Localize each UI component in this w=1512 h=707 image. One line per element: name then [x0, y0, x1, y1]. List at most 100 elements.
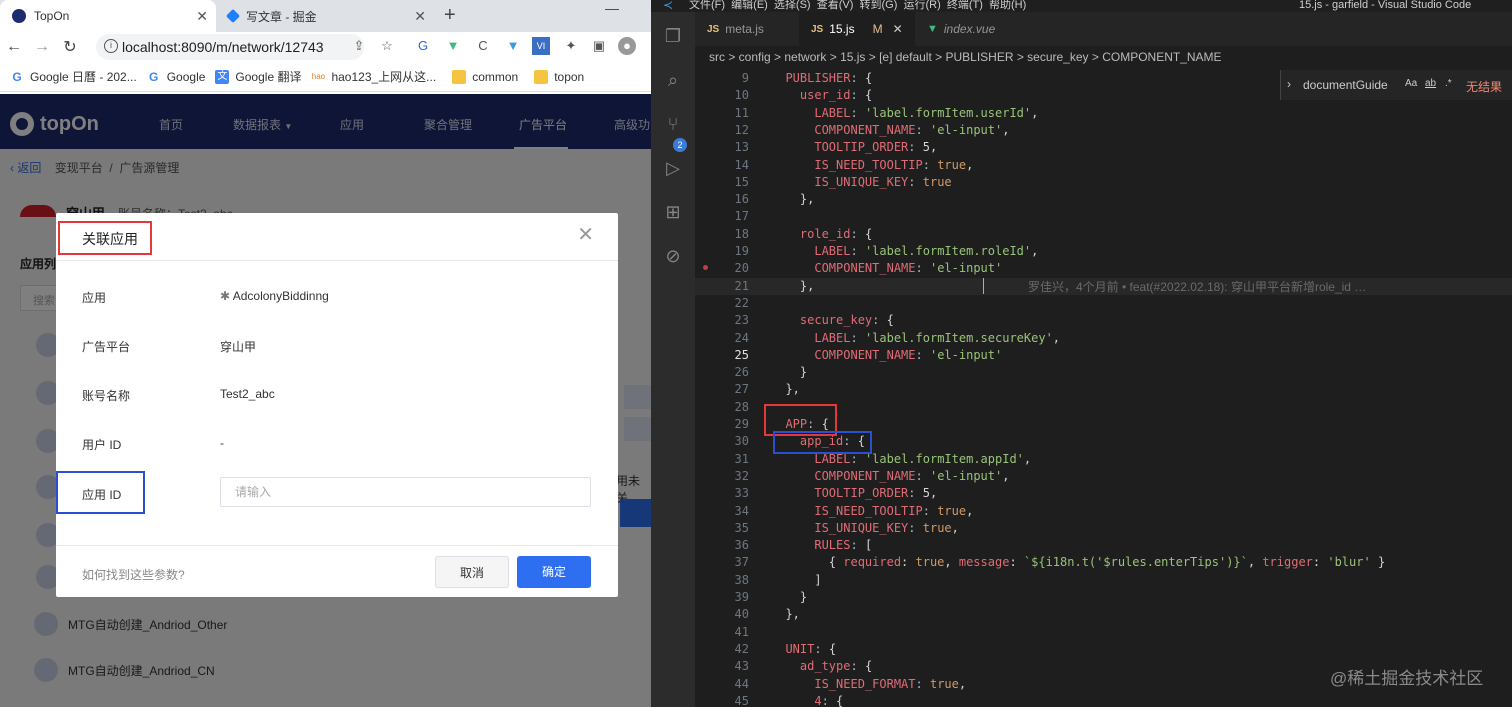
code-line: }: [771, 365, 808, 380]
tab-index-vue[interactable]: ▼ index.vue: [915, 12, 1025, 46]
line-number: 23: [734, 313, 749, 328]
sidepanel-icon[interactable]: ▣: [590, 37, 608, 55]
code-editor[interactable]: 9 PUBLISHER: {10 user_id: {11 LABEL: 'la…: [695, 70, 1512, 707]
bookmarks-bar: G Google 日曆 - 202... G Google 文 Google 翻译 h…: [0, 62, 651, 92]
code-line: LABEL: 'label.formItem.secureKey',: [814, 330, 1061, 345]
extensions-icon[interactable]: ⊞: [661, 200, 685, 224]
line-number: 28: [734, 399, 749, 414]
find-widget: › documentGuide Aa ab .* 无结果: [1280, 70, 1512, 100]
confirm-button[interactable]: 确定: [517, 556, 591, 588]
new-tab-icon[interactable]: +: [444, 4, 456, 27]
back-icon[interactable]: ←: [0, 38, 28, 56]
editor-tabs: JS meta.js JS 15.js M ✕ ▼ index.vue: [695, 12, 1512, 46]
line-number: 41: [734, 624, 749, 639]
line-number: 16: [734, 192, 749, 207]
browser-tab-topon[interactable]: TopOn ✕: [0, 0, 216, 32]
forward-icon[interactable]: →: [28, 38, 56, 56]
folder-icon: [534, 69, 549, 84]
code-line: },: [771, 192, 815, 207]
ext-icon[interactable]: C: [474, 37, 492, 55]
puzzle-icon[interactable]: ✦: [562, 37, 580, 55]
url-text: localhost:8090/m/network/12743: [122, 39, 324, 55]
breakpoint-dot[interactable]: [703, 265, 708, 270]
source-control-badge: 2: [673, 138, 687, 152]
line-number: 39: [734, 590, 749, 604]
run-debug-icon[interactable]: ▷: [661, 156, 685, 180]
search-icon[interactable]: ⌕: [661, 68, 685, 92]
tab-meta-js[interactable]: JS meta.js: [695, 12, 799, 46]
line-number: 45: [734, 693, 749, 707]
line-number: 18: [734, 226, 749, 241]
editor-breadcrumb[interactable]: src > config > network > 15.js > [e] def…: [709, 50, 1222, 64]
close-icon[interactable]: ✕: [577, 225, 594, 245]
whole-word-toggle[interactable]: ab: [1425, 78, 1436, 89]
minimize-icon[interactable]: —: [605, 0, 619, 16]
bookmark-common[interactable]: common: [452, 69, 518, 84]
vue-ext-icon[interactable]: ▼: [444, 37, 462, 55]
close-icon[interactable]: ✕: [893, 22, 903, 36]
filter-ext-icon[interactable]: ▼: [504, 37, 522, 55]
browser-window: TopOn ✕ 写文章 - 掘金 ✕ + — ← → ↻ i localhost…: [0, 0, 651, 707]
share-icon[interactable]: ⇪: [350, 37, 368, 55]
line-number: 27: [734, 382, 749, 397]
field-label-platform: 广告平台: [82, 340, 131, 354]
close-icon[interactable]: ✕: [196, 8, 208, 25]
git-blame-annotation: 罗佳兴，4个月前 • feat(#2022.02.18): 穿山甲平台新增rol…: [1028, 280, 1367, 294]
browser-tab-juejin[interactable]: 写文章 - 掘金 ✕: [216, 0, 434, 32]
line-number: 36: [734, 538, 749, 553]
line-number: 33: [734, 486, 749, 501]
app-id-input[interactable]: 请输入: [220, 477, 591, 507]
regex-toggle[interactable]: .*: [1445, 78, 1452, 89]
line-number: 40: [734, 607, 749, 622]
code-line: secure_key: {: [799, 313, 894, 328]
source-control-icon[interactable]: ⑂: [661, 112, 685, 136]
line-number: 43: [734, 659, 749, 674]
help-link[interactable]: 如何找到这些参数?: [82, 566, 185, 583]
activity-bar: ❐ ⌕ ⑂ 2 ▷ ⊞ ⊘: [651, 12, 695, 707]
line-number: 17: [734, 209, 749, 224]
bookmark-google[interactable]: G Google: [147, 70, 205, 84]
chevron-right-icon[interactable]: ›: [1287, 77, 1291, 91]
git-graph-icon[interactable]: ⊘: [661, 244, 685, 268]
android-icon: ✱: [220, 289, 231, 303]
reload-icon[interactable]: ↻: [56, 37, 84, 57]
code-line: },: [771, 607, 800, 622]
menu-bar[interactable]: 文件(F) 编辑(E) 选择(S) 查看(V) 转到(G) 运行(R) 终端(T…: [689, 0, 1026, 11]
bookmark-google-calendar[interactable]: G Google 日曆 - 202...: [10, 68, 136, 85]
translate-ext-icon[interactable]: G: [414, 37, 432, 55]
vue-file-icon: ▼: [927, 23, 938, 35]
bookmark-topon[interactable]: topon: [534, 69, 584, 84]
code-line: ]: [771, 572, 822, 587]
line-number: 21: [734, 278, 749, 293]
google-icon: G: [12, 69, 22, 84]
url-field[interactable]: i localhost:8090/m/network/12743: [96, 34, 364, 60]
code-line: ad_type: {: [799, 659, 873, 674]
text-cursor: [983, 278, 984, 294]
code-line: IS_UNIQUE_KEY: true: [814, 174, 952, 189]
close-icon[interactable]: ✕: [414, 8, 426, 25]
cancel-button[interactable]: 取消: [435, 556, 509, 588]
code-line: IS_NEED_FORMAT: true,: [814, 676, 967, 691]
info-icon[interactable]: i: [104, 39, 118, 53]
profile-icon[interactable]: ●: [618, 37, 636, 55]
address-bar-row: ← → ↻ i localhost:8090/m/network/12743: [0, 32, 651, 62]
code-line: PUBLISHER: {: [785, 71, 873, 85]
field-value-account: Test2_abc: [220, 387, 275, 401]
code-line: TOOLTIP_ORDER: 5,: [814, 140, 938, 155]
field-value-platform: 穿山甲: [220, 340, 257, 354]
js-file-icon: JS: [707, 23, 720, 35]
match-case-toggle[interactable]: Aa: [1405, 78, 1417, 89]
line-number: 31: [734, 451, 749, 466]
find-input[interactable]: documentGuide: [1303, 78, 1388, 92]
line-number: 14: [734, 157, 749, 172]
watermark: @稀土掘金技术社区: [1330, 669, 1484, 688]
bookmark-hao123[interactable]: hao hao123_上网从这...: [311, 68, 436, 85]
line-number: 35: [734, 520, 749, 535]
vi-ext-icon[interactable]: VI: [532, 37, 550, 55]
code-line: },: [771, 382, 800, 397]
tab-15-js[interactable]: JS 15.js M ✕: [799, 12, 915, 46]
star-icon[interactable]: ☆: [378, 37, 396, 55]
explorer-icon[interactable]: ❐: [661, 24, 685, 48]
field-label-user-id: 用户 ID: [82, 438, 122, 452]
bookmark-google-translate[interactable]: 文 Google 翻译: [215, 68, 301, 85]
